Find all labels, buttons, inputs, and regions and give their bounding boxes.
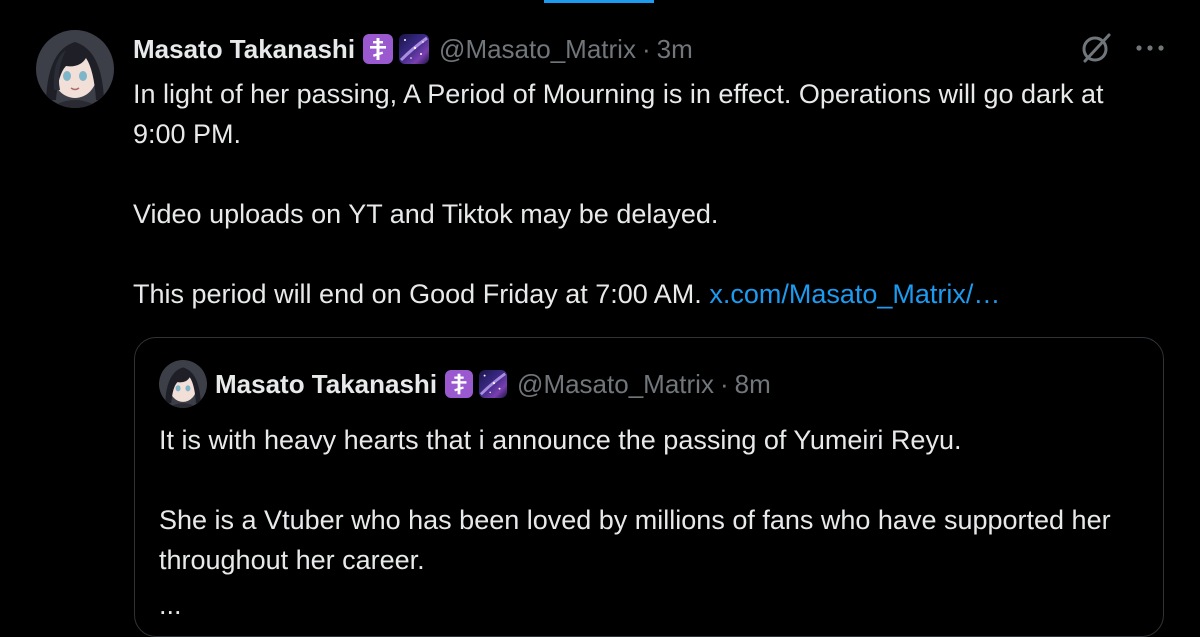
tweet-text-line: This period will end on Good Friday at 7… [133,274,1163,314]
grok-icon[interactable] [1078,30,1114,66]
quoted-avatar-image [159,360,207,408]
tweet-text-line: In light of her passing, A Period of Mou… [133,79,1104,149]
quoted-author-display-name: Masato Takanashi [215,368,438,399]
separator-dot: · [719,368,729,399]
quoted-tweet-text: It is with heavy hearts that i announce … [159,420,1139,580]
tweet-text-span: This period will end on Good Friday at 7… [133,279,702,309]
quoted-tweet-timestamp: 8m [734,368,771,399]
separator-dot: · [641,33,651,64]
tweet-link[interactable]: x.com/Masato_Matrix/… [709,279,1000,309]
quoted-text-truncation: ... [159,590,182,620]
author-display-name[interactable]: Masato Takanashi [133,34,355,65]
orthodox-cross-emoji-icon [363,34,394,64]
quoted-author-handle: @Masato_Matrix [517,368,714,399]
tweet-text-line: Video uploads on YT and Tiktok may be de… [133,199,719,229]
tweet-header: Masato Takanashi @Masato_Matrix · 3m [133,31,693,67]
quoted-text-line: She is a Vtuber who has been loved by mi… [159,505,1111,575]
quoted-tweet-header: Masato Takanashi @Masato_Matrix · 8m [215,366,771,402]
quoted-avatar[interactable] [159,360,207,408]
avatar[interactable] [36,30,114,108]
quoted-text-line: It is with heavy hearts that i announce … [159,425,962,455]
tweet-timestamp[interactable]: 3m [657,34,693,65]
milky-way-emoji-icon [479,370,508,398]
milky-way-emoji-icon [399,34,430,64]
tweet[interactable]: Masato Takanashi @Masato_Matrix · 3m In … [0,0,1200,637]
avatar-image [36,30,114,108]
tweet-text: In light of her passing, A Period of Mou… [133,74,1163,314]
author-handle[interactable]: @Masato_Matrix [439,34,636,65]
orthodox-cross-emoji-icon [445,370,474,398]
more-horizontal-icon[interactable] [1132,38,1168,58]
